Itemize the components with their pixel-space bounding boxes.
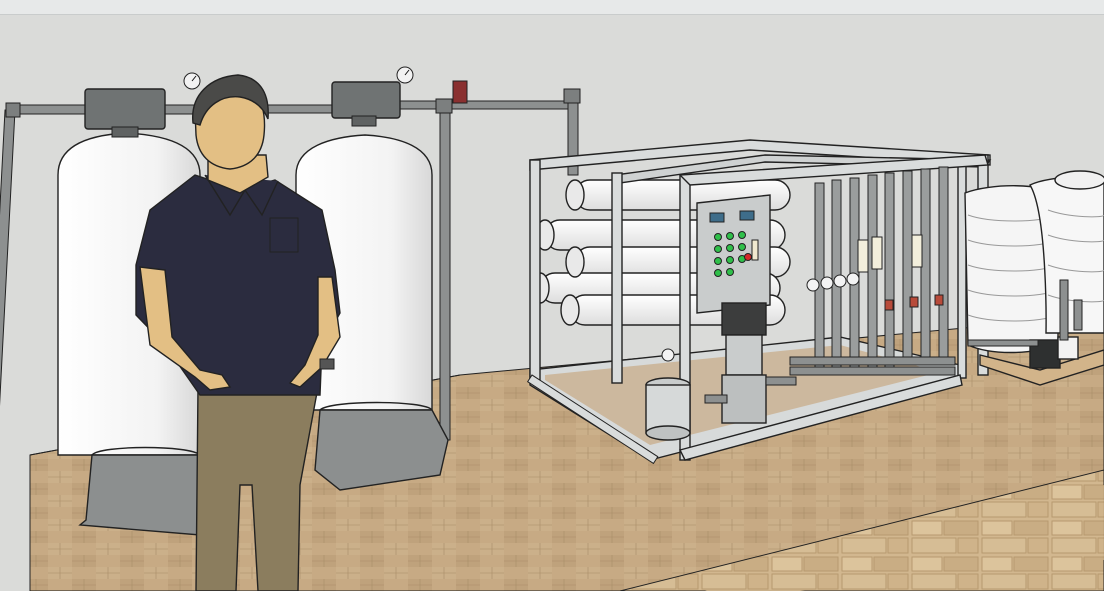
sketchup-window bbox=[0, 0, 1104, 591]
valve-icon bbox=[934, 294, 944, 306]
gauge-icon bbox=[833, 274, 847, 288]
gauge-icon bbox=[661, 348, 675, 362]
valve-icon bbox=[452, 80, 468, 104]
gauge-icon bbox=[806, 278, 820, 292]
pipe-manifold bbox=[789, 166, 956, 376]
toolbar-strip bbox=[0, 0, 1104, 15]
gauge-icon bbox=[846, 272, 860, 286]
control-panel-icon[interactable] bbox=[696, 194, 771, 314]
gauge-icon bbox=[820, 276, 834, 290]
3d-viewport[interactable] bbox=[0, 15, 1104, 591]
valve-icon bbox=[909, 296, 919, 308]
valve-icon bbox=[884, 299, 894, 311]
scene-canvas[interactable] bbox=[0, 15, 1104, 591]
